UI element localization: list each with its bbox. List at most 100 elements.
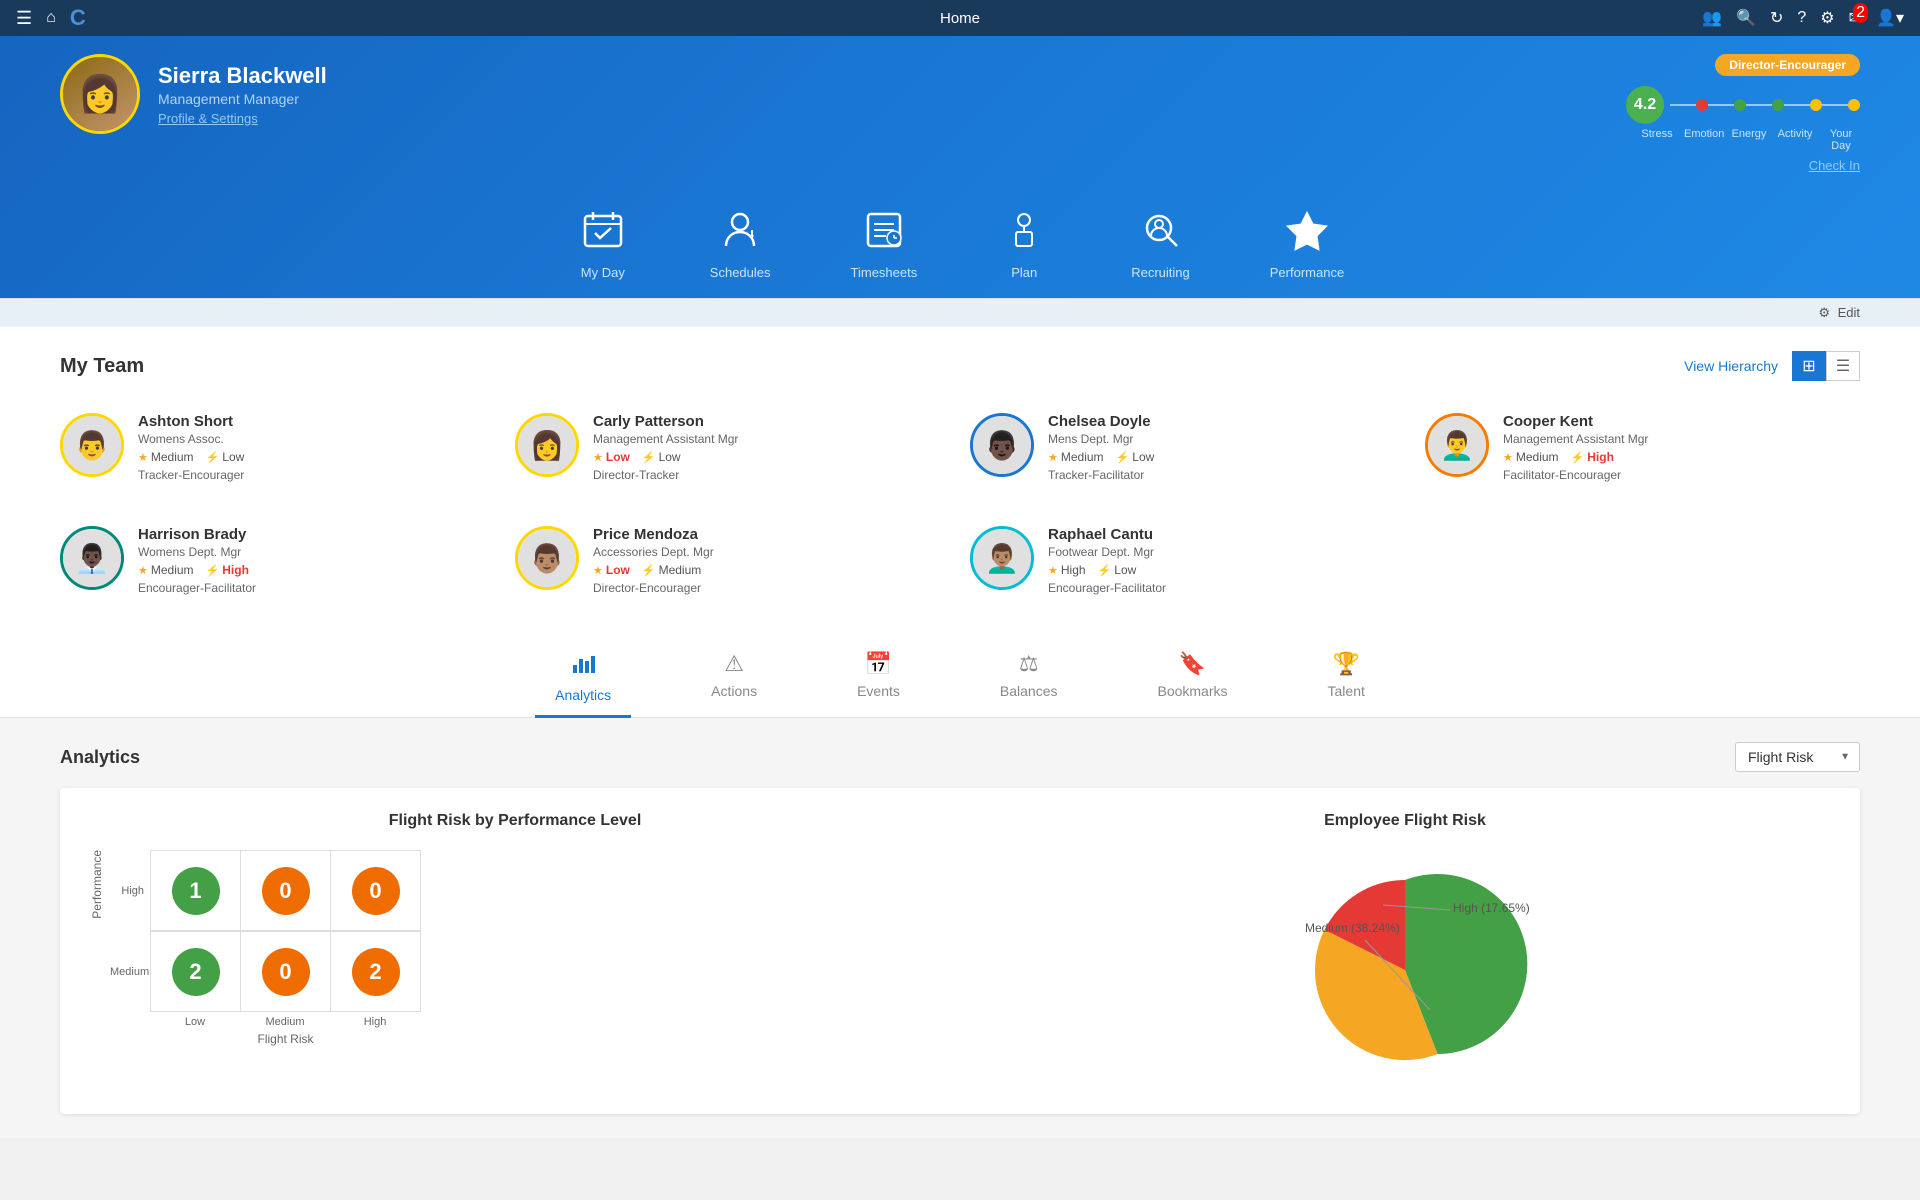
tab-balances[interactable]: ⚖ Balances: [980, 643, 1078, 718]
member-info-carly: Carly Patterson Management Assistant Mgr…: [593, 413, 950, 482]
nav-schedules[interactable]: Schedules: [710, 203, 771, 280]
team-member: 👩 Carly Patterson Management Assistant M…: [515, 401, 950, 494]
member-avatar-chelsea: 👨🏿: [970, 413, 1034, 477]
user-menu-icon[interactable]: 👤▾: [1876, 8, 1904, 28]
user-avatar: 👩: [60, 54, 140, 134]
member-tags: Director-Tracker: [593, 468, 950, 482]
people-icon[interactable]: 👥: [1702, 8, 1722, 28]
energy-metric: ⚡ High: [206, 563, 249, 577]
balances-tab-icon: ⚖: [1019, 651, 1039, 677]
stress-metric: ★ Medium: [1503, 450, 1559, 464]
nav-timesheets[interactable]: Timesheets: [851, 203, 918, 280]
tab-talent[interactable]: 🏆 Talent: [1308, 643, 1385, 718]
member-tags: Encourager-Facilitator: [138, 581, 495, 595]
nav-performance[interactable]: Performance: [1270, 203, 1344, 280]
my-team-section: My Team View Hierarchy ⊞ ☰ 👨 Ashton Shor…: [0, 327, 1920, 631]
refresh-icon[interactable]: ↻: [1770, 8, 1783, 28]
my-day-icon: [576, 203, 630, 257]
performance-icon: [1280, 203, 1334, 257]
avatar-face: 👨: [63, 416, 121, 474]
gear-icon: ⚙: [1818, 305, 1830, 320]
energy-metric: ⚡ Low: [1116, 450, 1155, 464]
team-member: 👨🏽‍🦱 Raphael Cantu Footwear Dept. Mgr ★ …: [970, 514, 1405, 607]
wellness-score: 4.2: [1626, 86, 1664, 124]
plan-icon: [997, 203, 1051, 257]
stress-metric: ★ Medium: [138, 563, 194, 577]
user-details: Sierra Blackwell Management Manager Prof…: [158, 63, 327, 126]
cell-high-medium: 0: [262, 867, 310, 915]
view-toggle: ⊞ ☰: [1792, 351, 1860, 381]
tab-events[interactable]: 📅 Events: [837, 643, 920, 718]
cell-medium-medium: 0: [262, 948, 310, 996]
help-icon[interactable]: ?: [1797, 9, 1806, 27]
member-metrics: ★ Low ⚡ Low: [593, 450, 950, 464]
member-role: Womens Dept. Mgr: [138, 545, 495, 559]
analytics-card: Flight Risk by Performance Level Perform…: [60, 788, 1860, 1114]
energy-metric: ⚡ Low: [206, 450, 245, 464]
chart2-title: Employee Flight Risk: [980, 812, 1830, 830]
member-avatar-raphael: 👨🏽‍🦱: [970, 526, 1034, 590]
schedules-label: Schedules: [710, 265, 771, 280]
profile-settings-link[interactable]: Profile & Settings: [158, 111, 327, 126]
user-info: 👩 Sierra Blackwell Management Manager Pr…: [60, 54, 327, 134]
member-name: Harrison Brady: [138, 526, 495, 543]
team-header-right: View Hierarchy ⊞ ☰: [1684, 351, 1860, 381]
member-role: Footwear Dept. Mgr: [1048, 545, 1405, 559]
balances-tab-label: Balances: [1000, 683, 1058, 699]
edit-button[interactable]: ⚙ Edit: [1818, 305, 1860, 321]
analytics-header: Analytics Flight Risk Performance Engage…: [60, 742, 1860, 772]
member-info-raphael: Raphael Cantu Footwear Dept. Mgr ★ High …: [1048, 526, 1405, 595]
tab-bookmarks[interactable]: 🔖 Bookmarks: [1137, 643, 1247, 718]
wellness-labels: Stress Emotion Energy Activity Your Day: [1592, 128, 1860, 152]
bookmarks-tab-label: Bookmarks: [1157, 683, 1227, 699]
member-avatar-ashton: 👨: [60, 413, 124, 477]
member-info-chelsea: Chelsea Doyle Mens Dept. Mgr ★ Medium ⚡ …: [1048, 413, 1405, 482]
notifications-icon[interactable]: ✉2: [1849, 8, 1862, 28]
user-role: Management Manager: [158, 91, 327, 107]
app-logo[interactable]: C: [70, 5, 86, 31]
timesheets-label: Timesheets: [851, 265, 918, 280]
energy-metric: ⚡ High: [1571, 450, 1614, 464]
member-tags: Facilitator-Encourager: [1503, 468, 1860, 482]
avatar-face: 👨🏽‍🦱: [973, 529, 1031, 587]
tab-analytics[interactable]: Analytics: [535, 643, 631, 718]
member-avatar-price: 👨🏽: [515, 526, 579, 590]
team-grid: 👨 Ashton Short Womens Assoc. ★ Medium ⚡ …: [60, 401, 1860, 607]
nav-my-day[interactable]: My Day: [576, 203, 630, 280]
settings-icon[interactable]: ⚙: [1820, 8, 1834, 28]
emotion-label: Emotion: [1684, 128, 1722, 152]
stress-label: Stress: [1638, 128, 1676, 152]
member-info-price: Price Mendoza Accessories Dept. Mgr ★ Lo…: [593, 526, 950, 595]
member-info-harrison: Harrison Brady Womens Dept. Mgr ★ Medium…: [138, 526, 495, 595]
member-info-cooper: Cooper Kent Management Assistant Mgr ★ M…: [1503, 413, 1860, 482]
list-view-button[interactable]: ☰: [1826, 351, 1860, 381]
check-in-link[interactable]: Check In: [1809, 158, 1860, 173]
member-metrics: ★ Low ⚡ Medium: [593, 563, 950, 577]
member-tags: Tracker-Encourager: [138, 468, 495, 482]
member-tags: Encourager-Facilitator: [1048, 581, 1405, 595]
grid-view-button[interactable]: ⊞: [1792, 351, 1826, 381]
view-hierarchy-link[interactable]: View Hierarchy: [1684, 358, 1778, 374]
edit-bar: ⚙ Edit: [0, 298, 1920, 327]
hamburger-menu-icon[interactable]: ☰: [16, 8, 32, 29]
tab-actions[interactable]: ⚠ Actions: [691, 643, 777, 718]
member-role: Management Assistant Mgr: [593, 432, 950, 446]
medium-pie-label: Medium (38.24%): [1305, 921, 1400, 935]
member-name: Cooper Kent: [1503, 413, 1860, 430]
nav-plan[interactable]: Plan: [997, 203, 1051, 280]
analytics-dropdown[interactable]: Flight Risk Performance Engagement: [1735, 742, 1860, 772]
nav-recruiting[interactable]: Recruiting: [1131, 203, 1190, 280]
bookmarks-tab-icon: 🔖: [1179, 651, 1206, 677]
member-avatar-cooper: 👨‍🦱: [1425, 413, 1489, 477]
member-role: Womens Assoc.: [138, 432, 495, 446]
team-title: My Team: [60, 355, 144, 378]
check-in-area: Director-Encourager 4.2: [1592, 54, 1860, 173]
member-info-ashton: Ashton Short Womens Assoc. ★ Medium ⚡ Lo…: [138, 413, 495, 482]
activity-label: Activity: [1776, 128, 1814, 152]
member-name: Carly Patterson: [593, 413, 950, 430]
member-avatar-carly: 👩: [515, 413, 579, 477]
search-icon[interactable]: 🔍: [1736, 8, 1756, 28]
stress-metric: ★ High: [1048, 563, 1086, 577]
home-icon[interactable]: ⌂: [46, 9, 56, 27]
events-tab-icon: 📅: [865, 651, 892, 677]
